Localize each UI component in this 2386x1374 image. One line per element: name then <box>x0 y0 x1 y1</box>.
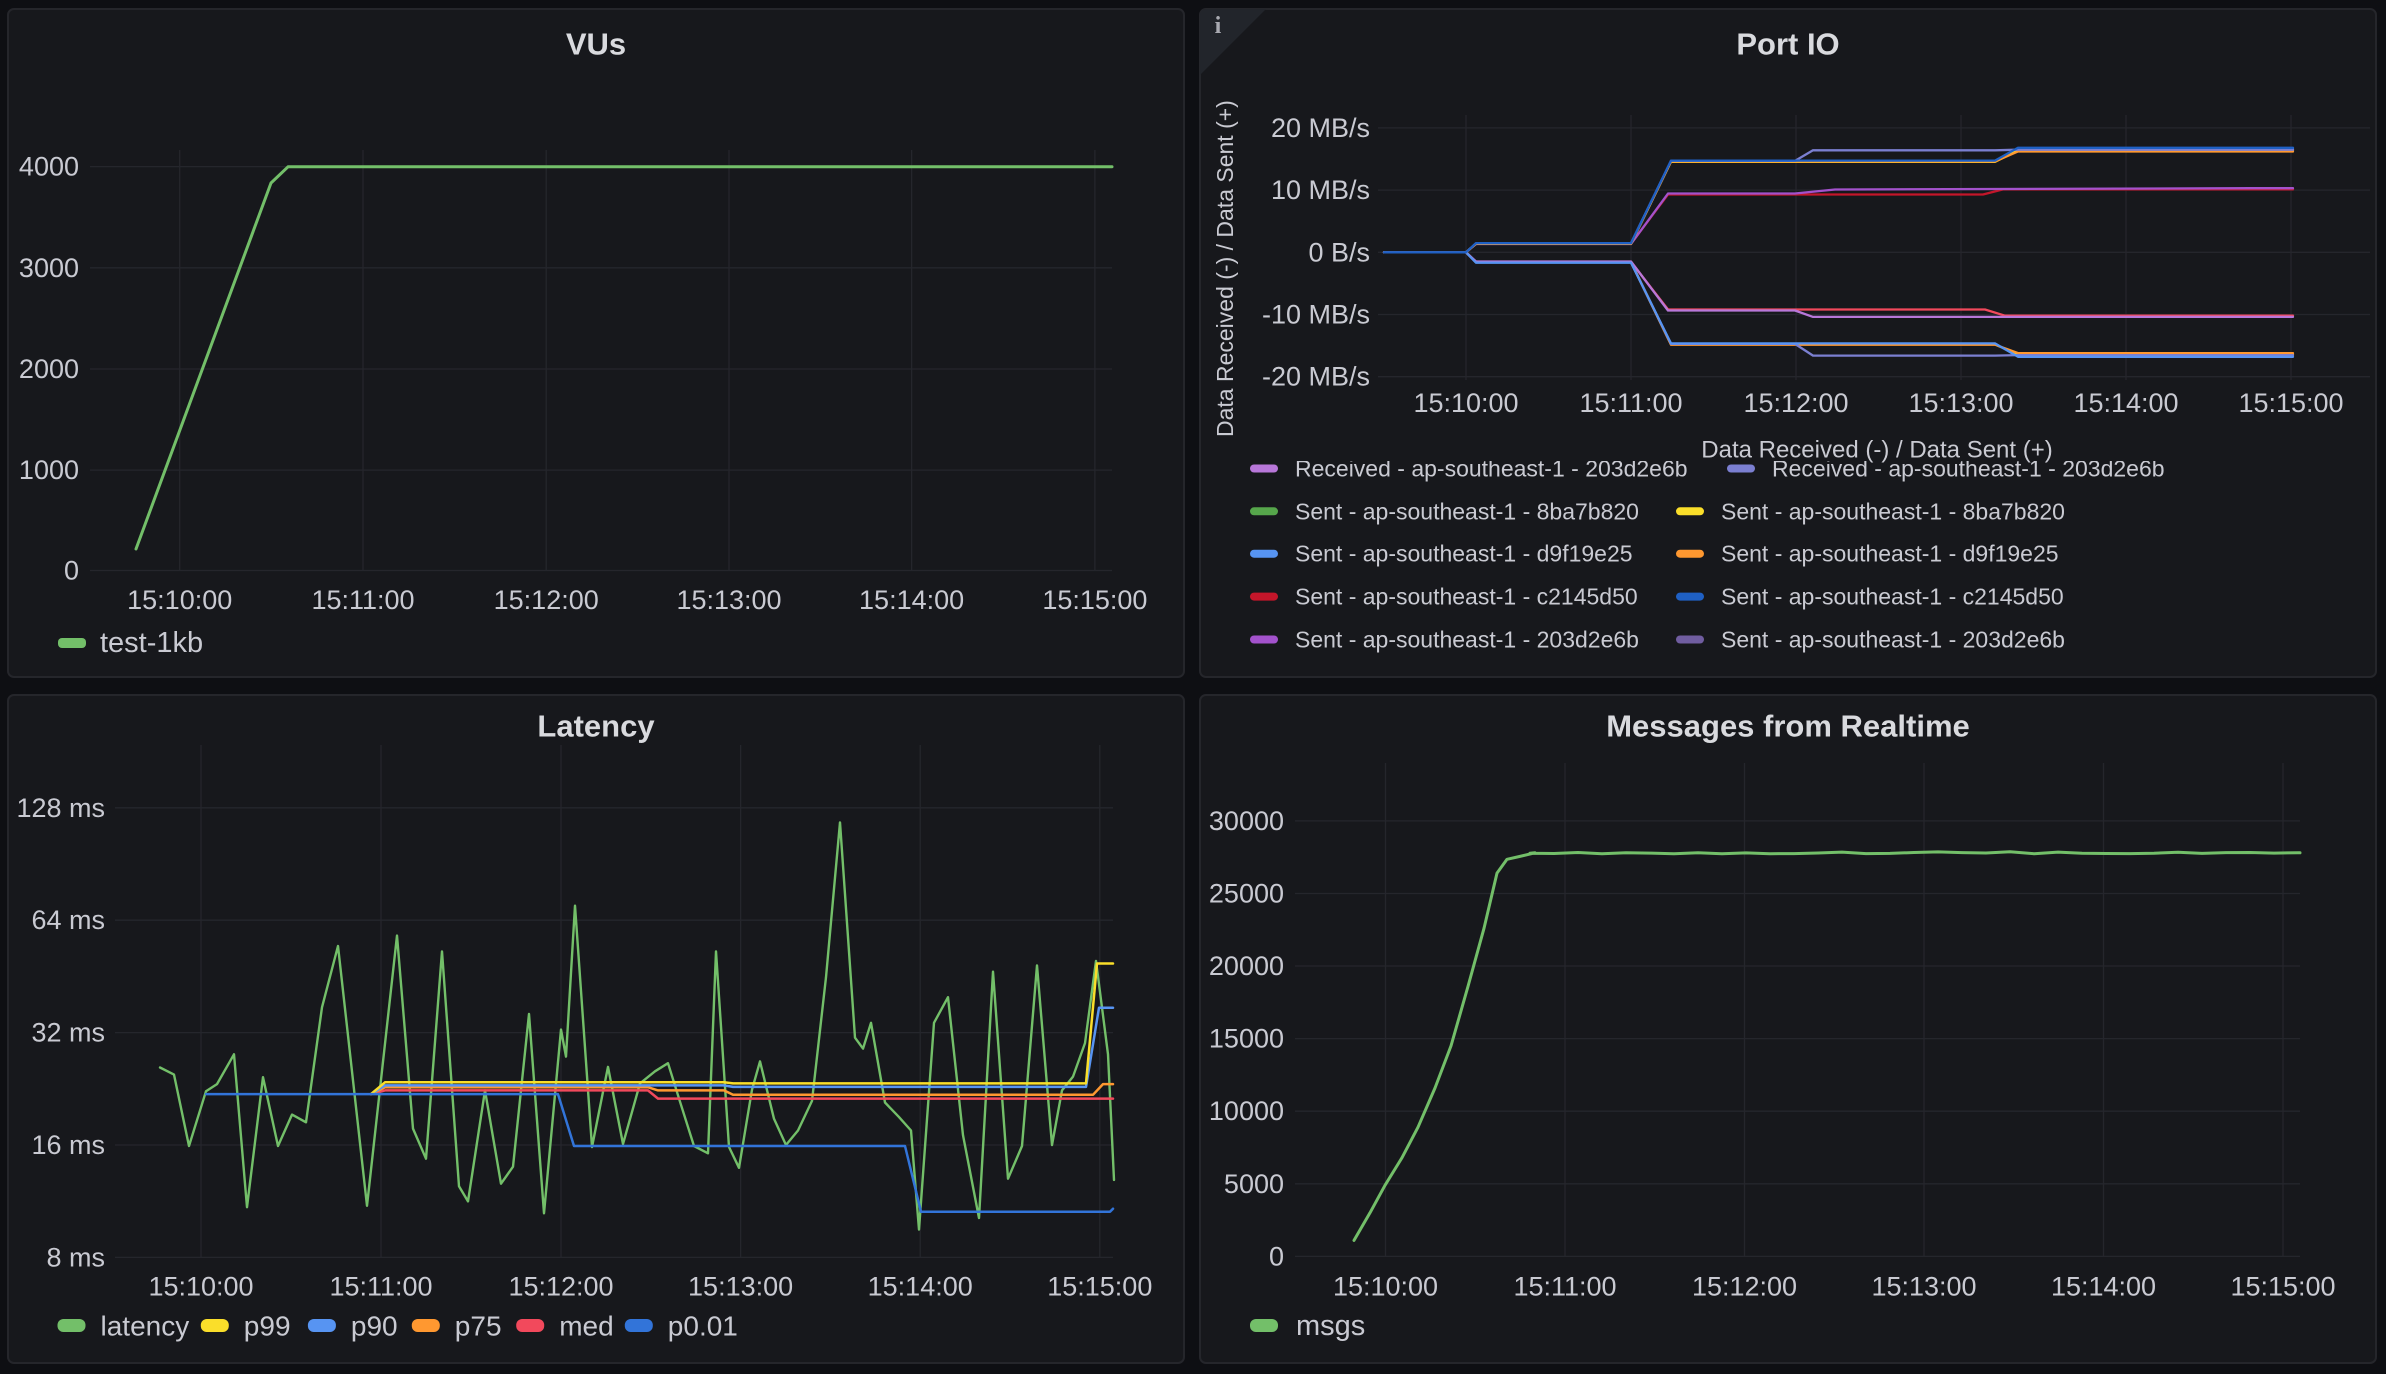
svg-text:15:13:00: 15:13:00 <box>1908 388 2013 418</box>
svg-text:Sent - ap-southeast-1 - c2145d: Sent - ap-southeast-1 - c2145d50 <box>1295 584 1638 610</box>
svg-text:Data Received (-) / Data Sent: Data Received (-) / Data Sent (+) <box>1212 100 1238 437</box>
svg-text:Messages from Realtime: Messages from Realtime <box>1606 709 1970 744</box>
svg-text:15:10:00: 15:10:00 <box>148 1272 253 1302</box>
svg-text:15:12:00: 15:12:00 <box>508 1272 613 1302</box>
svg-text:128 ms: 128 ms <box>16 793 105 823</box>
svg-text:p99: p99 <box>244 1311 291 1342</box>
svg-text:Port IO: Port IO <box>1736 27 1839 62</box>
svg-text:15:13:00: 15:13:00 <box>676 585 781 615</box>
svg-text:1000: 1000 <box>19 455 79 485</box>
svg-text:Sent - ap-southeast-1 - 8ba7b8: Sent - ap-southeast-1 - 8ba7b820 <box>1295 498 1639 524</box>
svg-text:0: 0 <box>1269 1241 1284 1271</box>
svg-text:p75: p75 <box>455 1311 502 1342</box>
svg-text:15:14:00: 15:14:00 <box>2073 388 2178 418</box>
svg-text:20 MB/s: 20 MB/s <box>1271 113 1370 143</box>
svg-text:Latency: Latency <box>537 709 655 744</box>
svg-text:-20 MB/s: -20 MB/s <box>1262 362 1370 392</box>
svg-text:15:10:00: 15:10:00 <box>1333 1272 1438 1302</box>
svg-text:msgs: msgs <box>1296 1310 1365 1342</box>
svg-text:3000: 3000 <box>19 253 79 283</box>
svg-text:Sent - ap-southeast-1 - c2145d: Sent - ap-southeast-1 - c2145d50 <box>1721 584 2064 610</box>
svg-text:VUs: VUs <box>566 27 626 62</box>
svg-text:0: 0 <box>64 556 79 586</box>
svg-text:15:13:00: 15:13:00 <box>1871 1272 1976 1302</box>
svg-text:15:15:00: 15:15:00 <box>2238 388 2343 418</box>
svg-text:-10 MB/s: -10 MB/s <box>1262 300 1370 330</box>
svg-text:15:10:00: 15:10:00 <box>1413 388 1518 418</box>
svg-text:32 ms: 32 ms <box>31 1018 105 1048</box>
svg-text:15:15:00: 15:15:00 <box>1047 1272 1152 1302</box>
svg-text:2000: 2000 <box>19 354 79 384</box>
svg-text:4000: 4000 <box>19 152 79 182</box>
svg-text:p0.01: p0.01 <box>668 1311 738 1342</box>
svg-text:30000: 30000 <box>1209 806 1284 836</box>
svg-text:16 ms: 16 ms <box>31 1130 105 1160</box>
svg-text:15:11:00: 15:11:00 <box>1579 388 1682 418</box>
svg-text:latency: latency <box>101 1311 190 1342</box>
svg-text:i: i <box>1215 13 1222 39</box>
svg-text:20000: 20000 <box>1209 951 1284 981</box>
svg-text:15:11:00: 15:11:00 <box>311 585 414 615</box>
svg-text:Sent - ap-southeast-1 - d9f19e: Sent - ap-southeast-1 - d9f19e25 <box>1295 541 1633 567</box>
svg-text:15:15:00: 15:15:00 <box>2230 1272 2335 1302</box>
svg-text:15:10:00: 15:10:00 <box>127 585 232 615</box>
svg-text:Sent - ap-southeast-1 - 203d2e: Sent - ap-southeast-1 - 203d2e6b <box>1295 627 1639 653</box>
svg-text:med: med <box>559 1311 613 1342</box>
svg-text:15:14:00: 15:14:00 <box>2051 1272 2156 1302</box>
svg-text:64 ms: 64 ms <box>31 905 105 935</box>
svg-text:15:12:00: 15:12:00 <box>1692 1272 1797 1302</box>
svg-text:Data Received (-) / Data Sent: Data Received (-) / Data Sent (+) <box>1701 437 2052 464</box>
svg-text:15:12:00: 15:12:00 <box>1743 388 1848 418</box>
svg-text:5000: 5000 <box>1224 1169 1284 1199</box>
svg-text:15:15:00: 15:15:00 <box>1042 585 1147 615</box>
svg-text:test-1kb: test-1kb <box>100 627 203 659</box>
svg-text:15:14:00: 15:14:00 <box>859 585 964 615</box>
svg-text:Sent - ap-southeast-1 - 8ba7b8: Sent - ap-southeast-1 - 8ba7b820 <box>1721 498 2065 524</box>
svg-text:15:11:00: 15:11:00 <box>1513 1272 1616 1302</box>
svg-text:15:13:00: 15:13:00 <box>688 1272 793 1302</box>
svg-text:15:11:00: 15:11:00 <box>329 1272 432 1302</box>
svg-text:p90: p90 <box>351 1311 398 1342</box>
svg-text:10000: 10000 <box>1209 1096 1284 1126</box>
svg-text:10 MB/s: 10 MB/s <box>1271 175 1370 205</box>
svg-text:25000: 25000 <box>1209 879 1284 909</box>
svg-text:Sent - ap-southeast-1 - 203d2e: Sent - ap-southeast-1 - 203d2e6b <box>1721 627 2065 653</box>
svg-text:15:14:00: 15:14:00 <box>868 1272 973 1302</box>
svg-text:0 B/s: 0 B/s <box>1308 237 1370 267</box>
svg-text:8 ms: 8 ms <box>46 1242 105 1272</box>
svg-text:15000: 15000 <box>1209 1024 1284 1054</box>
svg-text:15:12:00: 15:12:00 <box>494 585 599 615</box>
svg-text:Sent - ap-southeast-1 - d9f19e: Sent - ap-southeast-1 - d9f19e25 <box>1721 541 2059 567</box>
